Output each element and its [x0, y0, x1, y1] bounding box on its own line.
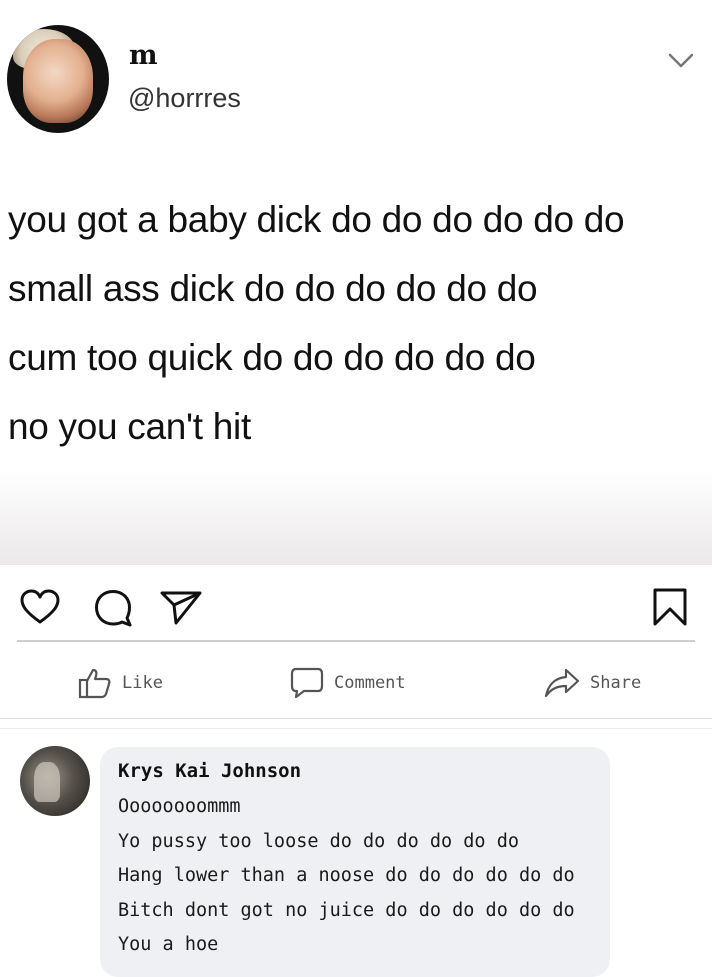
comment-bubble-icon[interactable]: [94, 589, 132, 627]
tweet-line: no you can't hit: [8, 406, 251, 447]
tweet-display-name[interactable]: m: [129, 40, 158, 71]
comment-line: Oooooooommm: [118, 796, 241, 817]
commenter-name[interactable]: Krys Kai Johnson: [118, 760, 301, 782]
commenter-avatar[interactable]: [20, 746, 90, 816]
share-button[interactable]: Share: [544, 666, 641, 700]
tweet-card: m @horrres you got a baby dick do do do …: [0, 0, 712, 565]
comment-label: Comment: [334, 673, 406, 693]
tweet-line: you got a baby dick do do do do do do: [8, 199, 625, 240]
facebook-action-row: Like Comment Share: [0, 642, 712, 720]
share-arrow-icon: [544, 668, 580, 698]
tweet-avatar[interactable]: [7, 25, 109, 133]
heart-icon[interactable]: [20, 589, 60, 625]
comment-line: Bitch dont got no juice do do do do do d…: [118, 899, 575, 921]
avatar-figure: [34, 762, 60, 802]
comment-line: Hang lower than a noose do do do do do d…: [118, 865, 575, 886]
comment-button[interactable]: Comment: [290, 666, 406, 700]
share-label: Share: [590, 673, 642, 693]
screenshot-fade: [0, 470, 712, 565]
comment-line: You a hoe: [118, 934, 219, 955]
speech-bubble-icon: [290, 667, 324, 699]
comment-text: Oooooooommm Yo pussy too loose do do do …: [118, 790, 608, 963]
send-icon[interactable]: [160, 590, 202, 626]
chevron-down-icon[interactable]: [667, 52, 695, 70]
like-button[interactable]: Like: [78, 666, 163, 700]
avatar-face: [23, 39, 93, 123]
tweet-text: you got a baby dick do do do do do do sm…: [8, 185, 708, 461]
like-label: Like: [122, 673, 163, 693]
comment-line: Yo pussy too loose do do do do do do: [118, 830, 519, 852]
tweet-line: small ass dick do do do do do do: [8, 268, 538, 309]
tweet-handle[interactable]: @horrres: [128, 83, 241, 114]
instagram-action-bar: [0, 565, 712, 645]
thumbs-up-icon: [78, 668, 111, 699]
tweet-line: cum too quick do do do do do do: [8, 337, 536, 378]
divider: [0, 728, 712, 729]
divider: [0, 718, 712, 719]
bookmark-icon[interactable]: [652, 587, 688, 627]
